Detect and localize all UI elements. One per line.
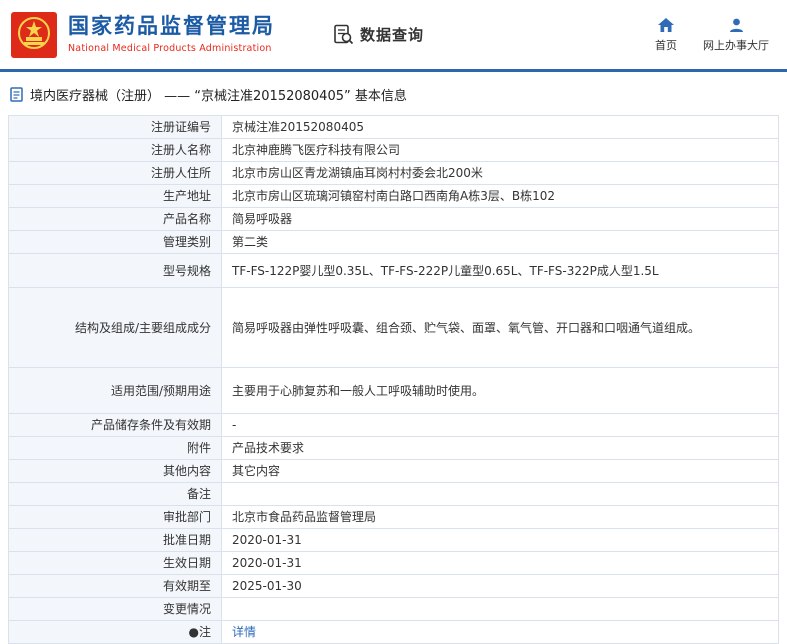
table-row: 备注: [9, 483, 779, 506]
table-row: ●注详情: [9, 621, 779, 644]
row-value: [222, 598, 779, 621]
table-row: 审批部门北京市食品药品监督管理局: [9, 506, 779, 529]
row-value: TF-FS-122P婴儿型0.35L、TF-FS-222P儿童型0.65L、TF…: [222, 254, 779, 288]
info-table: 注册证编号京械注准20152080405注册人名称北京神鹿腾飞医疗科技有限公司注…: [8, 115, 779, 644]
national-emblem-logo: [10, 11, 58, 59]
row-label: 有效期至: [9, 575, 222, 598]
page-title: 境内医疗器械（注册） —— “京械注准20152080405” 基本信息: [30, 85, 407, 104]
table-row: 生效日期2020-01-31: [9, 552, 779, 575]
row-label: 结构及组成/主要组成成分: [9, 288, 222, 368]
nav-service-hall[interactable]: 网上办事大厅: [703, 17, 769, 53]
row-value: 2020-01-31: [222, 552, 779, 575]
info-table-body: 注册证编号京械注准20152080405注册人名称北京神鹿腾飞医疗科技有限公司注…: [9, 116, 779, 644]
row-value: 其它内容: [222, 460, 779, 483]
site-header: 国家药品监督管理局 National Medical Products Admi…: [0, 0, 787, 69]
row-label: 批准日期: [9, 529, 222, 552]
row-label: 产品储存条件及有效期: [9, 414, 222, 437]
row-value: 北京市房山区琉璃河镇窑村南白路口西南角A栋3层、B栋102: [222, 185, 779, 208]
table-row: 型号规格TF-FS-122P婴儿型0.35L、TF-FS-222P儿童型0.65…: [9, 254, 779, 288]
table-row: 适用范围/预期用途主要用于心肺复苏和一般人工呼吸辅助时使用。: [9, 368, 779, 414]
nav-data-query[interactable]: 数据查询: [333, 24, 424, 45]
row-label: 适用范围/预期用途: [9, 368, 222, 414]
table-row: 注册证编号京械注准20152080405: [9, 116, 779, 139]
row-label: ●注: [9, 621, 222, 644]
row-label: 注册人名称: [9, 139, 222, 162]
row-value: 北京市食品药品监督管理局: [222, 506, 779, 529]
agency-title-cn: 国家药品监督管理局: [68, 15, 275, 38]
row-value: 2025-01-30: [222, 575, 779, 598]
top-links: 首页 网上办事大厅: [655, 17, 769, 53]
table-row: 生产地址北京市房山区琉璃河镇窑村南白路口西南角A栋3层、B栋102: [9, 185, 779, 208]
brand: 国家药品监督管理局 National Medical Products Admi…: [10, 11, 275, 59]
row-label: 产品名称: [9, 208, 222, 231]
person-icon: [729, 17, 744, 33]
row-label: 管理类别: [9, 231, 222, 254]
breadcrumb: 境内医疗器械（注册） —— “京械注准20152080405” 基本信息: [8, 72, 779, 115]
table-row: 批准日期2020-01-31: [9, 529, 779, 552]
main-content: 境内医疗器械（注册） —— “京械注准20152080405” 基本信息 注册证…: [0, 72, 787, 644]
row-label: 变更情况: [9, 598, 222, 621]
row-label: 附件: [9, 437, 222, 460]
table-row: 注册人名称北京神鹿腾飞医疗科技有限公司: [9, 139, 779, 162]
table-row: 产品名称简易呼吸器: [9, 208, 779, 231]
row-label: 注册人住所: [9, 162, 222, 185]
row-value: -: [222, 414, 779, 437]
row-value: 主要用于心肺复苏和一般人工呼吸辅助时使用。: [222, 368, 779, 414]
nav-service-hall-label: 网上办事大厅: [703, 37, 769, 53]
table-row: 管理类别第二类: [9, 231, 779, 254]
row-value: [222, 483, 779, 506]
table-row: 结构及组成/主要组成成分简易呼吸器由弹性呼吸囊、组合颈、贮气袋、面罩、氧气管、开…: [9, 288, 779, 368]
home-icon: [658, 17, 674, 33]
row-label: 型号规格: [9, 254, 222, 288]
row-label: 其他内容: [9, 460, 222, 483]
row-value: 2020-01-31: [222, 529, 779, 552]
detail-link[interactable]: 详情: [232, 625, 256, 639]
row-value: 北京神鹿腾飞医疗科技有限公司: [222, 139, 779, 162]
row-label: 生效日期: [9, 552, 222, 575]
table-row: 注册人住所北京市房山区青龙湖镇庙耳岗村村委会北200米: [9, 162, 779, 185]
row-label: 注册证编号: [9, 116, 222, 139]
row-value: 简易呼吸器: [222, 208, 779, 231]
document-icon: [10, 87, 24, 102]
data-query-icon: [333, 24, 354, 45]
nav-home-label: 首页: [655, 37, 677, 53]
table-row: 其他内容其它内容: [9, 460, 779, 483]
row-value: 产品技术要求: [222, 437, 779, 460]
row-label: 备注: [9, 483, 222, 506]
brand-text: 国家药品监督管理局 National Medical Products Admi…: [68, 15, 275, 53]
agency-title-en: National Medical Products Administration: [68, 43, 275, 54]
row-label: 生产地址: [9, 185, 222, 208]
table-row: 产品储存条件及有效期-: [9, 414, 779, 437]
row-label: 审批部门: [9, 506, 222, 529]
row-value: 第二类: [222, 231, 779, 254]
row-value: 详情: [222, 621, 779, 644]
table-row: 有效期至2025-01-30: [9, 575, 779, 598]
row-value: 京械注准20152080405: [222, 116, 779, 139]
nav-home[interactable]: 首页: [655, 17, 677, 53]
row-value: 简易呼吸器由弹性呼吸囊、组合颈、贮气袋、面罩、氧气管、开口器和口咽通气道组成。: [222, 288, 779, 368]
table-row: 附件产品技术要求: [9, 437, 779, 460]
table-row: 变更情况: [9, 598, 779, 621]
row-value: 北京市房山区青龙湖镇庙耳岗村村委会北200米: [222, 162, 779, 185]
data-query-label: 数据查询: [360, 24, 424, 45]
